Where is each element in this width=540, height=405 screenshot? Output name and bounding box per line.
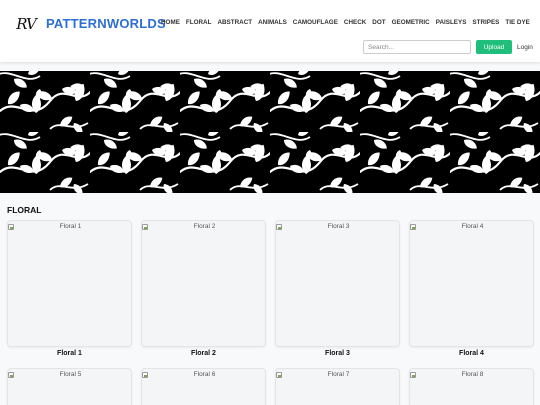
upload-button[interactable]: Upload — [476, 40, 512, 54]
broken-image-icon — [276, 224, 282, 230]
card-image: Floral 2 — [142, 223, 267, 230]
pattern-card[interactable]: Floral 2 — [141, 220, 266, 347]
card-image-alt: Floral 4 — [461, 223, 484, 230]
broken-image-icon — [142, 372, 148, 378]
card-label[interactable]: Floral 3 — [275, 350, 400, 357]
nav-tie-dye[interactable]: TIE DYE — [505, 19, 530, 26]
card-image: Floral 7 — [276, 371, 401, 378]
logo-text: RV — [16, 15, 37, 33]
card-image-alt: Floral 5 — [59, 371, 82, 378]
pattern-card[interactable]: Floral 1 — [7, 220, 132, 347]
card-image-alt: Floral 6 — [193, 371, 216, 378]
nav-geometric[interactable]: GEOMETRIC — [392, 19, 430, 26]
login-link[interactable]: Login — [517, 44, 533, 51]
nav-home[interactable]: HOME — [161, 19, 180, 26]
card-image-alt: Floral 7 — [327, 371, 350, 378]
card-image-alt: Floral 8 — [461, 371, 484, 378]
card-image: Floral 4 — [410, 223, 535, 230]
pattern-card[interactable]: Floral 4 — [409, 220, 534, 347]
card-image-alt: Floral 2 — [193, 223, 216, 230]
pattern-card[interactable]: Floral 8 — [409, 368, 534, 405]
nav-camouflage[interactable]: CAMOUFLAGE — [293, 19, 338, 26]
pattern-card[interactable]: Floral 6 — [141, 368, 266, 405]
nav-animals[interactable]: ANIMALS — [258, 19, 287, 26]
card-image-alt: Floral 1 — [59, 223, 82, 230]
card-image: Floral 1 — [8, 223, 133, 230]
section-title: FLORAL — [7, 205, 42, 215]
nav-dot[interactable]: DOT — [372, 19, 385, 26]
card-image: Floral 8 — [410, 371, 535, 378]
broken-image-icon — [8, 372, 14, 378]
site-header: RV PATTERNWORLDS HOME FLORAL ABSTRACT AN… — [0, 0, 540, 62]
search-input[interactable] — [363, 40, 471, 54]
nav-check[interactable]: CHECK — [344, 19, 366, 26]
floral-pattern-image — [0, 71, 540, 193]
broken-image-icon — [142, 224, 148, 230]
pattern-card[interactable]: Floral 5 — [7, 368, 132, 405]
card-label[interactable]: Floral 4 — [409, 350, 534, 357]
brand-name[interactable]: PATTERNWORLDS — [46, 16, 166, 31]
broken-image-icon — [8, 224, 14, 230]
pattern-card[interactable]: Floral 7 — [275, 368, 400, 405]
card-label[interactable]: Floral 1 — [7, 350, 132, 357]
broken-image-icon — [276, 372, 282, 378]
nav-stripes[interactable]: STRIPES — [472, 19, 499, 26]
card-image-alt: Floral 3 — [327, 223, 350, 230]
pattern-card[interactable]: Floral 3 — [275, 220, 400, 347]
card-image: Floral 3 — [276, 223, 401, 230]
site-logo[interactable]: RV — [13, 13, 39, 35]
card-image: Floral 6 — [142, 371, 267, 378]
nav-paisleys[interactable]: PAISLEYS — [436, 19, 467, 26]
broken-image-icon — [410, 372, 416, 378]
hero-banner — [0, 71, 540, 193]
main-nav: HOME FLORAL ABSTRACT ANIMALS CAMOUFLAGE … — [161, 19, 530, 26]
broken-image-icon — [410, 224, 416, 230]
nav-abstract[interactable]: ABSTRACT — [217, 19, 252, 26]
nav-floral[interactable]: FLORAL — [186, 19, 212, 26]
card-label[interactable]: Floral 2 — [141, 350, 266, 357]
card-image: Floral 5 — [8, 371, 133, 378]
